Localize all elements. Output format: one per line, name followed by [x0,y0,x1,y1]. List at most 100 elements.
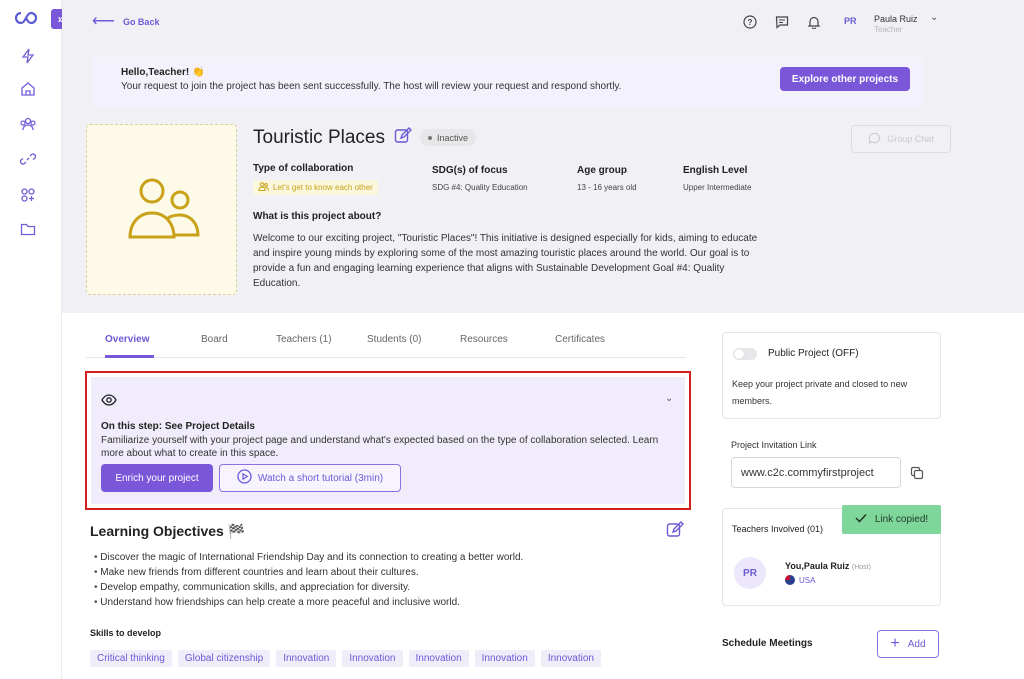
notice-message: Your request to join the project has bee… [121,81,622,92]
status-badge: Inactive [420,129,477,146]
age-group-label: Age group [577,165,627,176]
about-title: What is this project about? [253,211,382,222]
public-project-description: Keep your project private and closed to … [732,379,908,406]
step-title: On this step: See Project Details [101,421,255,432]
chevron-down-icon[interactable]: ⌄ [930,12,938,23]
edit-icon[interactable] [394,127,412,145]
country-label: USA [799,575,816,585]
chevron-down-icon[interactable]: ⌄ [665,393,673,404]
top-bar: ⟵ Go Back ? PR Paula Ruiz Teacher ⌄ [62,0,1024,48]
sidebar [0,0,62,679]
learning-objectives-title: Learning Objectives 🏁 [90,523,246,539]
english-level-value: Upper Intermediate [683,183,752,192]
eye-icon [101,393,117,406]
enrich-project-button[interactable]: Enrich your project [101,464,213,492]
help-icon[interactable]: ? [743,15,761,33]
invitation-link-label: Project Invitation Link [731,440,817,450]
add-meeting-button[interactable]: + Add [877,630,939,658]
users-icon [128,178,200,239]
skill-tag: Innovation [276,650,337,667]
tab-resources[interactable]: Resources [460,334,508,345]
skills-title: Skills to develop [90,628,162,638]
list-item: Discover the magic of International Frie… [94,550,654,565]
status-dot [428,135,432,140]
user-name[interactable]: Paula Ruiz [874,14,918,24]
about-text: Welcome to our exciting project, "Touris… [253,233,758,289]
step-description: Familiarize yourself with your project p… [101,435,659,459]
go-back-label: Go Back [122,17,160,27]
sdg-value: SDG #4: Quality Education [432,183,528,192]
logo-icon[interactable] [14,9,42,27]
watch-tutorial-button[interactable]: Watch a short tutorial (3min) [219,464,401,492]
arrow-left-icon: ⟵ [92,13,115,30]
user-role: Teacher [874,25,903,34]
plus-icon: + [890,635,900,652]
status-label: Inactive [437,132,469,143]
copy-icon[interactable] [910,466,924,480]
objectives-list: Discover the magic of International Frie… [94,550,654,610]
skill-tag: Innovation [408,650,469,667]
teacher-country: USA [785,575,815,585]
flag-icon [785,575,795,585]
check-icon [855,513,867,526]
collab-type-value: Let's get to know each other [273,183,373,192]
invitation-link-field[interactable]: www.c2c.commyfirstproject [731,457,901,488]
list-item: Develop empathy, communication skills, a… [94,580,654,595]
tab-teachers[interactable]: Teachers (1) [276,334,332,345]
host-label: (Host) [851,564,871,571]
collab-type-label: Type of collaboration [253,163,354,174]
home-icon[interactable] [17,78,39,100]
collab-type-tag: Let's get to know each other [253,180,378,195]
play-icon [237,469,252,487]
notice-greeting: Hello,Teacher! 👏 [121,67,205,78]
privacy-card: Public Project (OFF) Keep your project p… [722,332,941,419]
step-guide-highlight: ⌄ On this step: See Project Details Fami… [85,371,691,510]
link-icon[interactable] [17,148,39,170]
tab-students[interactable]: Students (0) [367,334,421,345]
public-project-label: Public Project (OFF) [768,348,859,359]
project-image [86,124,237,295]
teacher-name-text: You,Paula Ruiz [785,561,850,571]
tab-certificates[interactable]: Certificates [555,334,605,345]
explore-projects-button[interactable]: Explore other projects [780,67,910,91]
watch-tutorial-label: Watch a short tutorial (3min) [257,472,384,484]
skill-tag: Global citizenship [177,650,271,667]
skill-tag: Critical thinking [90,650,172,667]
join-request-notice: Hello,Teacher! 👏 Your request to join th… [93,57,923,107]
teachers-involved-title: Teachers Involved (01) [732,524,824,534]
public-project-toggle[interactable] [733,348,757,360]
age-group-value: 13 - 16 years old [577,183,637,192]
group-chat-label: Group Chat [887,134,934,144]
edit-icon[interactable] [666,521,684,539]
group-chat-button[interactable]: Group Chat [851,125,951,153]
sdg-label: SDG(s) of focus [432,165,508,176]
tab-overview[interactable]: Overview [105,334,149,345]
chat-bubble-icon [868,132,881,147]
active-tab-indicator [105,355,154,358]
lightning-icon[interactable] [17,45,39,67]
skill-tag: Innovation [540,650,601,667]
users-small-icon [258,182,269,193]
user-avatar[interactable]: PR [844,16,857,26]
list-item: Make new friends from different countrie… [94,565,654,580]
tab-board[interactable]: Board [201,334,228,345]
tab-bar: Overview Board Teachers (1) Students (0)… [86,328,686,358]
go-back-link[interactable]: ⟵ Go Back [92,14,159,30]
bell-icon[interactable] [807,15,825,33]
add-label: Add [907,638,926,650]
teacher-name: You,Paula Ruiz (Host) [785,561,871,571]
skill-tag: Innovation [474,650,535,667]
community-icon[interactable] [17,113,39,135]
list-item: Understand how friendships can help crea… [94,595,654,610]
link-copied-toast: Link copied! [842,505,941,534]
chat-icon[interactable] [775,15,793,33]
english-level-label: English Level [683,165,748,176]
toast-message: Link copied! [874,514,929,525]
project-title: Touristic Places [253,127,385,148]
skill-tag: Innovation [342,650,403,667]
apps-add-icon[interactable] [17,184,39,206]
schedule-meetings-title: Schedule Meetings [722,638,813,649]
folder-icon[interactable] [17,218,39,240]
avatar[interactable]: PR [734,557,766,589]
skills-list: Critical thinking Global citizenship Inn… [90,650,601,667]
